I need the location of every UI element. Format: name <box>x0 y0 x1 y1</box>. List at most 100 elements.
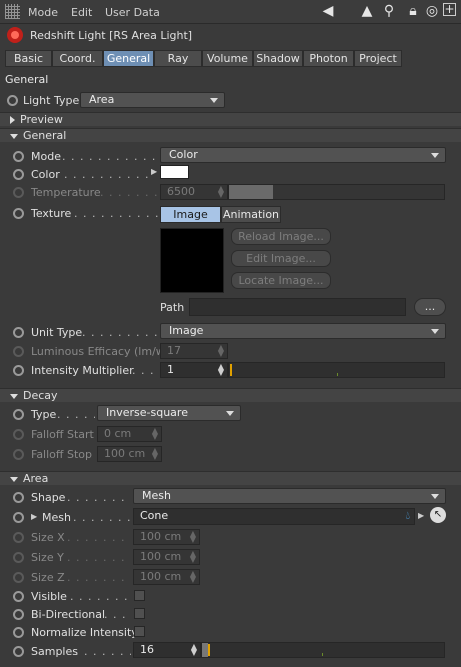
samples-anim-icon[interactable] <box>13 646 24 657</box>
expand-arrow-icon[interactable]: ▶ <box>151 167 157 176</box>
tab-general[interactable]: General <box>103 50 154 67</box>
browse-button[interactable]: ... <box>414 298 446 316</box>
chevron-down-icon <box>431 329 439 334</box>
path-input[interactable] <box>189 298 406 316</box>
size-x-field: 100 cm ▲ ▼ <box>133 529 200 545</box>
bi-directional-anim-icon[interactable] <box>13 609 24 620</box>
falloff-start-field: 0 cm ▲ ▼ <box>97 426 162 442</box>
expand-arrow-icon[interactable]: ▶ <box>418 511 424 520</box>
leader-dots: . . . . . . . . . . <box>67 571 131 584</box>
cursor-arrow-icon[interactable]: ▲ <box>359 3 375 19</box>
area-group[interactable]: Area <box>0 471 461 485</box>
tab-basic[interactable]: Basic <box>5 50 52 67</box>
chevron-down-icon <box>210 98 218 103</box>
intensity-field[interactable]: 1 ▲ ▼ <box>160 362 228 378</box>
menu-edit[interactable]: Edit <box>71 6 92 19</box>
samples-label: Samples <box>31 645 78 658</box>
temperature-field: 6500 ▲ ▼ <box>160 184 228 200</box>
general-group[interactable]: General <box>0 128 461 142</box>
normalize-intensity-anim-icon[interactable] <box>13 627 24 638</box>
expand-icon <box>10 116 15 124</box>
leader-dots: . . . . . . <box>57 408 95 421</box>
chevron-down-icon <box>226 411 234 416</box>
visible-anim-icon[interactable] <box>13 591 24 602</box>
mode-dropdown[interactable]: Color <box>160 147 446 163</box>
decay-type-anim-icon[interactable] <box>13 409 24 420</box>
unit-type-anim-icon[interactable] <box>13 327 24 338</box>
tab-project[interactable]: Project <box>354 50 402 67</box>
decay-group[interactable]: Decay <box>0 388 461 402</box>
shape-dropdown[interactable]: Mesh <box>133 488 446 504</box>
search-icon[interactable]: ⚲ <box>381 3 397 19</box>
stepper-icon: ▲ ▼ <box>217 184 224 199</box>
size-x-label: Size X <box>31 531 65 544</box>
mesh-link-field[interactable]: Cone 💧︎ <box>133 508 415 525</box>
menu-user-data[interactable]: User Data <box>105 6 160 19</box>
decay-type-value: Inverse-square <box>106 406 188 419</box>
temperature-label: Temperature <box>31 186 101 199</box>
lock-icon[interactable]: 🔒︎ <box>405 3 421 19</box>
texture-tab-animation[interactable]: Animation <box>221 206 281 223</box>
tab-volume[interactable]: Volume <box>202 50 253 67</box>
tab-coord[interactable]: Coord. <box>52 50 103 67</box>
mesh-anim-icon[interactable] <box>13 512 24 523</box>
stepper-icon: ▲ ▼ <box>189 529 196 544</box>
samples-slider-handle[interactable] <box>208 644 210 656</box>
tab-ray[interactable]: Ray <box>154 50 202 67</box>
mode-anim-icon[interactable] <box>13 151 24 162</box>
size-y-anim-icon <box>13 552 24 563</box>
collapse-icon <box>10 133 18 139</box>
luminous-efficacy-field: 17 ▲ ▼ <box>160 343 228 359</box>
light-type-dropdown[interactable]: Area <box>80 92 225 108</box>
falloff-start-value: 0 cm <box>104 427 132 440</box>
tab-shadow[interactable]: Shadow <box>253 50 303 67</box>
menu-bar: Mode Edit User Data ◀ ▲ ⚲ 🔒︎ ◎ + <box>0 0 461 24</box>
grid-icon[interactable] <box>5 4 20 19</box>
decay-type-dropdown[interactable]: Inverse-square <box>97 405 241 421</box>
chevron-down-icon <box>431 494 439 499</box>
size-y-field: 100 cm ▲ ▼ <box>133 549 200 565</box>
samples-slider[interactable] <box>201 642 445 658</box>
shape-anim-icon[interactable] <box>13 492 24 503</box>
color-swatch[interactable] <box>160 165 189 179</box>
color-anim-icon[interactable] <box>13 169 24 180</box>
bi-directional-checkbox[interactable] <box>134 608 145 619</box>
texture-preview[interactable] <box>160 228 224 293</box>
decay-type-label: Type <box>31 408 57 421</box>
reload-image-button: Reload Image... <box>231 228 331 245</box>
samples-field[interactable]: 16 ▲ ▼ <box>133 642 201 658</box>
normalize-intensity-checkbox[interactable] <box>134 626 145 637</box>
menu-mode[interactable]: Mode <box>28 6 58 19</box>
unit-type-dropdown[interactable]: Image <box>160 323 446 339</box>
target-icon[interactable]: ◎ <box>424 3 440 19</box>
leader-dots: . . . . . . . . . . . . . . . <box>62 150 158 163</box>
slider-tick <box>337 373 338 376</box>
pick-cursor-icon[interactable]: ↖ <box>430 507 446 523</box>
intensity-slider[interactable] <box>228 362 445 378</box>
preview-group[interactable]: Preview <box>0 112 461 126</box>
decay-title: Decay <box>23 389 58 402</box>
mode-label: Mode <box>31 150 61 163</box>
texture-anim-icon[interactable] <box>13 208 24 219</box>
general-header: General <box>0 72 461 88</box>
temperature-anim-icon <box>13 187 24 198</box>
texture-tab-image[interactable]: Image <box>160 206 221 223</box>
stepper-icon[interactable]: ▲ ▼ <box>191 643 197 657</box>
intensity-slider-handle[interactable] <box>230 364 232 376</box>
size-z-label: Size Z <box>31 571 65 584</box>
expand-arrow-icon[interactable]: ▶ <box>31 512 37 521</box>
luminous-efficacy-label: Luminous Efficacy (lm/w) <box>31 345 170 358</box>
stepper-icon: ▲ ▼ <box>189 549 196 564</box>
tab-photon[interactable]: Photon <box>303 50 354 67</box>
luminous-efficacy-anim-icon <box>13 346 24 357</box>
new-panel-icon[interactable]: + <box>443 3 456 16</box>
stepper-icon: ▲ ▼ <box>217 343 224 358</box>
leader-dots: . . . . . . . . . . . . . <box>74 207 158 220</box>
back-arrow-icon[interactable]: ◀ <box>316 3 340 19</box>
light-type-anim-icon[interactable] <box>7 95 18 106</box>
mesh-label: Mesh <box>42 511 71 524</box>
intensity-anim-icon[interactable] <box>13 365 24 376</box>
size-y-value: 100 cm <box>140 550 182 563</box>
visible-checkbox[interactable] <box>134 590 145 601</box>
stepper-icon[interactable]: ▲ ▼ <box>218 363 224 377</box>
